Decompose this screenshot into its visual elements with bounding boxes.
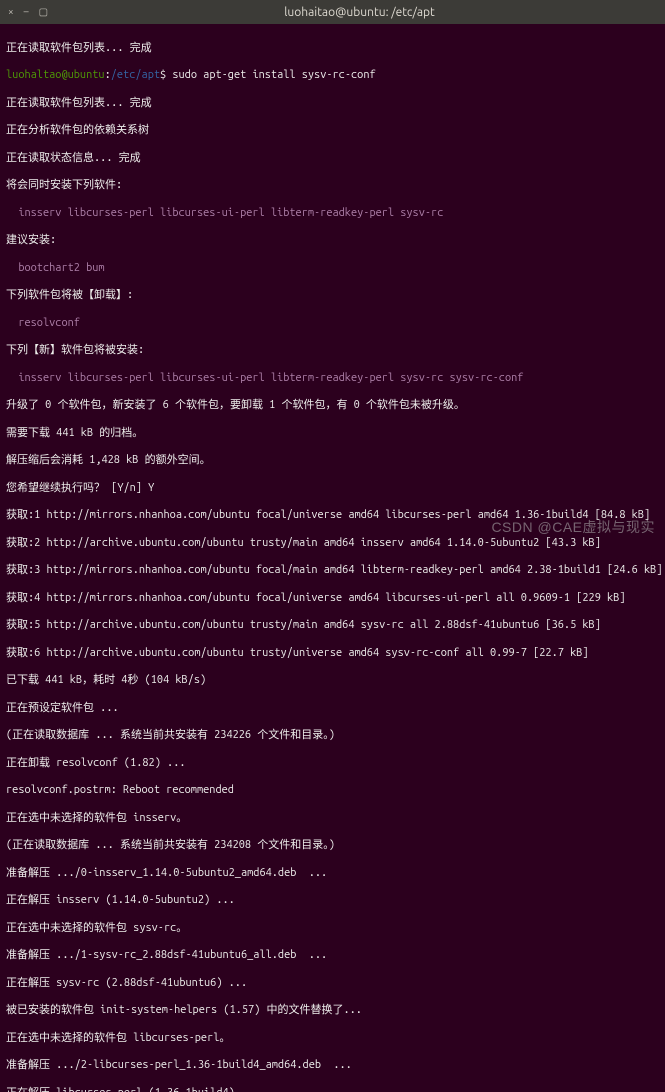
output-line: 正在读取软件包列表... 完成 [6, 97, 659, 111]
output-line: 下列软件包将被【卸载】: [6, 289, 659, 303]
prompt-user: luohaltao@ubuntu [6, 69, 105, 81]
output-line: 正在解压 libcurses-perl (1.36-1build4) ... [6, 1087, 659, 1092]
output-line: resolvconf [6, 317, 659, 331]
output-line: 正在分析软件包的依赖关系树 [6, 124, 659, 138]
output-line: bootchart2 bum [6, 262, 659, 276]
output-line: 获取:6 http://archive.ubuntu.com/ubuntu tr… [6, 647, 659, 661]
output-line: 正在读取状态信息... 完成 [6, 152, 659, 166]
window-title: luohaitao@ubuntu: /etc/apt [62, 5, 657, 20]
prompt-line: luohaltao@ubuntu:/etc/apt$ sudo apt-get … [6, 69, 659, 83]
output-line: 准备解压 .../1-sysv-rc_2.88dsf-41ubuntu6_all… [6, 949, 659, 963]
output-line: 正在选中未选择的软件包 sysv-rc。 [6, 922, 659, 936]
output-line: 正在选中未选择的软件包 libcurses-perl。 [6, 1032, 659, 1046]
close-icon[interactable]: × [8, 6, 14, 19]
output-line: 正在预设定软件包 ... [6, 702, 659, 716]
output-line: 建议安装: [6, 234, 659, 248]
output-line: (正在读取数据库 ... 系统当前共安装有 234208 个文件和目录。) [6, 839, 659, 853]
output-line: 被已安装的软件包 init-system-helpers (1.57) 中的文件… [6, 1004, 659, 1018]
maximize-icon[interactable]: ▢ [39, 6, 48, 19]
output-line: 正在选中未选择的软件包 insserv。 [6, 812, 659, 826]
watermark-text: CSDN @CAE虚拟与现实 [491, 519, 655, 537]
output-line: 正在读取软件包列表... 完成 [6, 42, 659, 56]
output-line: 升级了 0 个软件包，新安装了 6 个软件包，要卸载 1 个软件包，有 0 个软… [6, 399, 659, 413]
output-line: 您希望继续执行吗？ [Y/n] Y [6, 482, 659, 496]
output-line: 准备解压 .../0-insserv_1.14.0-5ubuntu2_amd64… [6, 867, 659, 881]
output-line: insserv libcurses-perl libcurses-ui-perl… [6, 207, 659, 221]
output-line: 获取:3 http://mirrors.nhanhoa.com/ubuntu f… [6, 564, 659, 578]
output-line: 正在解压 sysv-rc (2.88dsf-41ubuntu6) ... [6, 977, 659, 991]
output-line: 需要下载 441 kB 的归档。 [6, 427, 659, 441]
command-text: sudo apt-get install sysv-rc-conf [172, 69, 375, 81]
minimize-icon[interactable]: – [24, 6, 29, 19]
output-line: 将会同时安装下列软件: [6, 179, 659, 193]
output-line: 正在卸载 resolvconf (1.82) ... [6, 757, 659, 771]
terminal-output[interactable]: 正在读取软件包列表... 完成 luohaltao@ubuntu:/etc/ap… [0, 24, 665, 1092]
output-line: 获取:2 http://archive.ubuntu.com/ubuntu tr… [6, 537, 659, 551]
output-line: resolvconf.postrm: Reboot recommended [6, 784, 659, 798]
window-controls: × – ▢ [8, 6, 48, 19]
output-line: (正在读取数据库 ... 系统当前共安装有 234226 个文件和目录。) [6, 729, 659, 743]
output-line: 获取:5 http://archive.ubuntu.com/ubuntu tr… [6, 619, 659, 633]
output-line: insserv libcurses-perl libcurses-ui-perl… [6, 372, 659, 386]
prompt-dollar: $ [160, 69, 166, 81]
output-line: 下列【新】软件包将被安装: [6, 344, 659, 358]
output-line: 解压缩后会消耗 1,428 kB 的额外空间。 [6, 454, 659, 468]
output-line: 已下载 441 kB，耗时 4秒 (104 kB/s) [6, 674, 659, 688]
output-line: 正在解压 insserv (1.14.0-5ubuntu2) ... [6, 894, 659, 908]
output-line: 准备解压 .../2-libcurses-perl_1.36-1build4_a… [6, 1059, 659, 1073]
prompt-path: /etc/apt [111, 69, 160, 81]
output-line: 获取:4 http://mirrors.nhanhoa.com/ubuntu f… [6, 592, 659, 606]
window-titlebar: × – ▢ luohaitao@ubuntu: /etc/apt [0, 0, 665, 24]
